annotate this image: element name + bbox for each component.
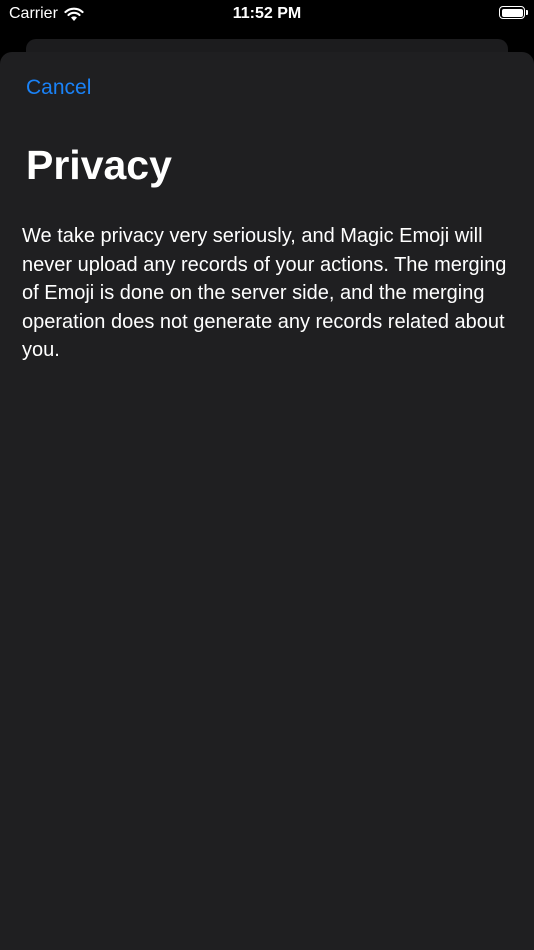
privacy-sheet: Cancel Privacy We take privacy very seri… — [0, 52, 534, 950]
battery-icon — [499, 6, 528, 19]
cancel-button[interactable]: Cancel — [26, 76, 91, 100]
privacy-description: We take privacy very seriously, and Magi… — [22, 225, 507, 361]
status-bar: Carrier 11:52 PM — [0, 0, 534, 30]
battery-level — [501, 8, 523, 17]
page-title: Privacy — [26, 142, 172, 188]
status-time: 11:52 PM — [232, 5, 302, 22]
